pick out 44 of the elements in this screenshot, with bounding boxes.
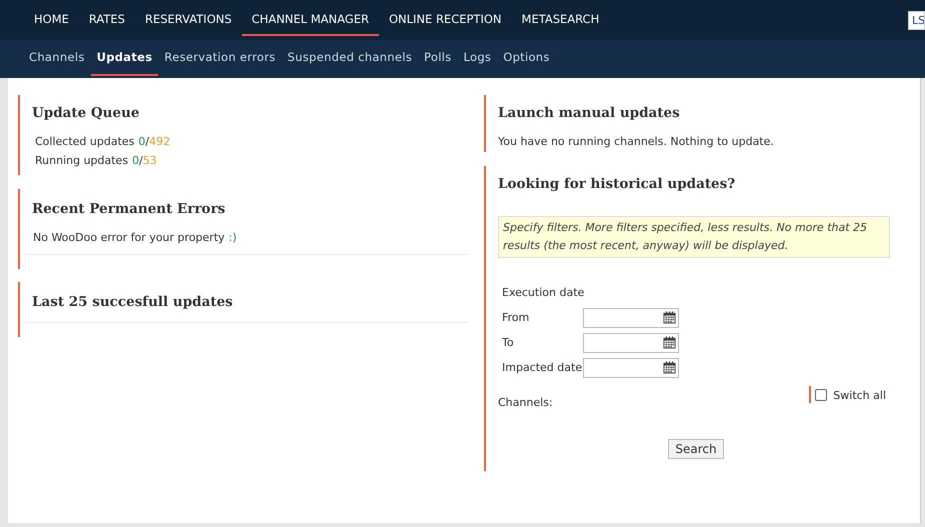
section-title: Last 25 succesfull updates	[32, 294, 234, 310]
sub-nav-tab[interactable]: Reservation errors	[158, 40, 282, 76]
section-title: Looking for historical updates?	[498, 176, 736, 192]
nav-tab[interactable]: HOME	[24, 4, 79, 36]
separator: /	[145, 135, 150, 148]
done-count: 0	[132, 154, 140, 167]
calendar-icon[interactable]	[663, 336, 676, 349]
calendar-icon[interactable]	[663, 361, 676, 374]
total-count: 492	[149, 135, 170, 148]
nav-tab[interactable]: RESERVATIONS	[134, 4, 242, 36]
nav-tab[interactable]: METASEARCH	[512, 4, 610, 36]
field-label: Impacted date	[502, 361, 583, 374]
field-label: Channels:	[498, 396, 553, 409]
section-title: Recent Permanent Errors	[32, 201, 226, 217]
nav-tab[interactable]: RATES	[78, 4, 135, 36]
message-text: No WooDoo error for your property	[33, 231, 225, 244]
date-field[interactable]	[583, 308, 679, 328]
date-field[interactable]	[583, 358, 679, 378]
sub-nav-tab[interactable]: Options	[497, 40, 556, 76]
date-field[interactable]	[583, 332, 679, 352]
sub-nav-tab[interactable]: Channels	[23, 40, 91, 76]
checkbox[interactable]	[815, 389, 828, 401]
section-title: Update Queue	[32, 105, 140, 121]
info-note: Specify filters. More filters specified, less results. No more that 25 results (the most recent, anyway) will be displayed.	[498, 216, 890, 258]
checkbox-label[interactable]: Switch all	[833, 389, 886, 402]
group-label: Execution date	[502, 286, 586, 299]
sub-nav-tab[interactable]: Suspended channels	[282, 40, 418, 76]
counter-label: Collected updates	[35, 135, 134, 148]
calendar-icon[interactable]	[663, 311, 676, 324]
sub-nav-tab[interactable]: Polls	[418, 40, 458, 76]
total-count: 53	[142, 154, 157, 167]
separator: /	[139, 154, 143, 167]
section-title: Launch manual updates	[498, 105, 681, 121]
sub-nav-tab[interactable]: Updates	[90, 40, 158, 76]
smiley-emoticon: :)	[228, 231, 237, 244]
sub-nav-tab[interactable]: Logs	[457, 40, 498, 76]
field-label: To	[502, 336, 515, 349]
done-count: 0	[138, 135, 146, 148]
nav-tab[interactable]: CHANNEL MANAGER	[242, 4, 379, 36]
message-text: You have no running channels. Nothing to update.	[498, 135, 775, 148]
counter-label: Running updates	[35, 154, 128, 167]
search-button[interactable]: Search	[668, 439, 724, 459]
field-label: From	[502, 311, 530, 324]
nav-tab[interactable]: ONLINE RECEPTION	[378, 4, 512, 36]
